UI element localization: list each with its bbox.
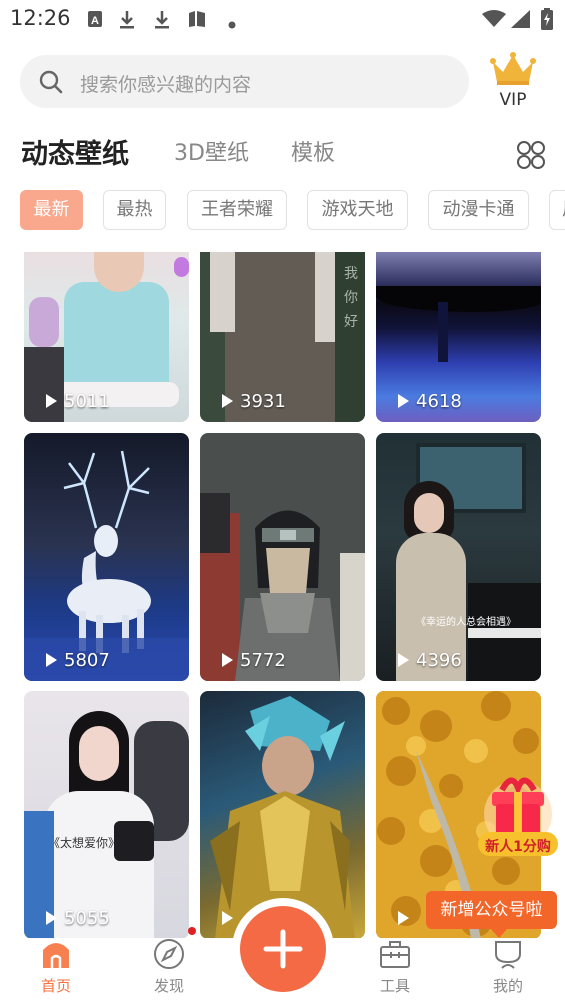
- new-user-gift-badge[interactable]: 新人1分购: [472, 772, 562, 862]
- toolbox-icon: [379, 938, 411, 974]
- play-icon: [46, 394, 57, 408]
- wallpaper-caption: 《幸运的人总会相遇》: [416, 617, 516, 628]
- download-icon: [153, 10, 171, 34]
- crown-icon: [490, 52, 536, 92]
- create-button[interactable]: [240, 906, 326, 992]
- wallpaper-card[interactable]: 《太想爱你》 5055: [24, 691, 189, 939]
- tab-3d-wallpaper[interactable]: 3D壁纸: [174, 135, 249, 167]
- nav-discover[interactable]: 发现: [129, 938, 209, 1004]
- wallpaper-hoodie-figure: [64, 282, 169, 392]
- wallpaper-card[interactable]: 我你好 3931: [200, 252, 365, 422]
- book-icon: [187, 10, 207, 32]
- wallpaper-card[interactable]: 5807: [24, 433, 189, 681]
- nav-home[interactable]: 首页: [16, 938, 96, 1004]
- nav-tools[interactable]: 工具: [355, 938, 435, 1004]
- wallpaper-anime-ninja: [200, 493, 365, 681]
- plus-icon: [263, 929, 303, 973]
- chip-anime[interactable]: 动漫卡通: [428, 190, 529, 230]
- view-count: [398, 908, 416, 929]
- status-time: 12:26: [10, 6, 71, 30]
- wifi-icon: [482, 10, 506, 32]
- vip-button[interactable]: VIP: [488, 52, 538, 112]
- wallpaper-card[interactable]: 5772: [200, 433, 365, 681]
- view-count: 5011: [46, 391, 110, 412]
- nav-discover-label: 发现: [153, 977, 184, 995]
- play-icon: [46, 653, 57, 667]
- chip-hottest[interactable]: 最热: [103, 190, 166, 230]
- a-icon: A: [87, 10, 103, 32]
- chip-games[interactable]: 游戏天地: [307, 190, 408, 230]
- vip-label: VIP: [499, 90, 527, 110]
- chip-more[interactable]: 风: [549, 190, 565, 230]
- nav-home-label: 首页: [40, 977, 71, 995]
- search-placeholder: 搜索你感兴趣的内容: [80, 74, 252, 96]
- category-tabs: 动态壁纸 3D壁纸 模板: [0, 135, 565, 175]
- signal-icon: [511, 10, 531, 32]
- new-account-toast[interactable]: 新增公众号啦: [426, 891, 557, 938]
- wallpaper-card[interactable]: 《幸运的人总会相遇》 4396: [376, 433, 541, 681]
- play-icon: [222, 653, 233, 667]
- play-icon: [398, 911, 409, 925]
- dot-icon: [228, 14, 236, 33]
- home-icon: [40, 938, 72, 974]
- view-count: 3931: [222, 391, 286, 412]
- nav-tools-label: 工具: [379, 977, 410, 995]
- battery-charging-icon: [541, 8, 553, 34]
- wallpaper-card[interactable]: 5011: [24, 252, 189, 422]
- chip-latest[interactable]: 最新: [20, 190, 83, 230]
- nav-mine-label: 我的: [492, 977, 523, 995]
- view-count: 4618: [398, 391, 462, 412]
- play-icon: [222, 394, 233, 408]
- view-count: 4396: [398, 650, 462, 671]
- user-icon: [492, 938, 524, 974]
- download-icon: [118, 10, 136, 34]
- svg-text:A: A: [91, 15, 99, 27]
- nav-mine[interactable]: 我的: [468, 938, 548, 1004]
- chip-honor-of-kings[interactable]: 王者荣耀: [187, 190, 287, 230]
- grid-menu-icon[interactable]: [516, 140, 546, 174]
- play-icon: [398, 653, 409, 667]
- tab-live-wallpaper[interactable]: 动态壁纸: [21, 132, 129, 171]
- play-icon: [46, 911, 57, 925]
- tab-templates[interactable]: 模板: [291, 135, 335, 167]
- search-bar[interactable]: 搜索你感兴趣的内容: [20, 55, 469, 108]
- wallpaper-white-deer: [24, 450, 189, 681]
- wallpaper-card[interactable]: 4618: [376, 252, 541, 422]
- view-count: 5772: [222, 650, 286, 671]
- gift-badge-label: 新人1分购: [485, 839, 551, 855]
- status-bar: 12:26 A: [0, 0, 565, 40]
- view-count: 5055: [46, 908, 110, 929]
- view-count: 5807: [46, 650, 110, 671]
- search-icon: [38, 69, 64, 99]
- filter-chips: 最新 最热 王者荣耀 游戏天地 动漫卡通 风: [0, 190, 565, 230]
- wallpaper-caption: 《太想爱你》: [48, 836, 121, 850]
- notification-dot: [188, 927, 196, 935]
- compass-icon: [153, 938, 185, 974]
- play-icon: [398, 394, 409, 408]
- play-icon: [222, 911, 233, 925]
